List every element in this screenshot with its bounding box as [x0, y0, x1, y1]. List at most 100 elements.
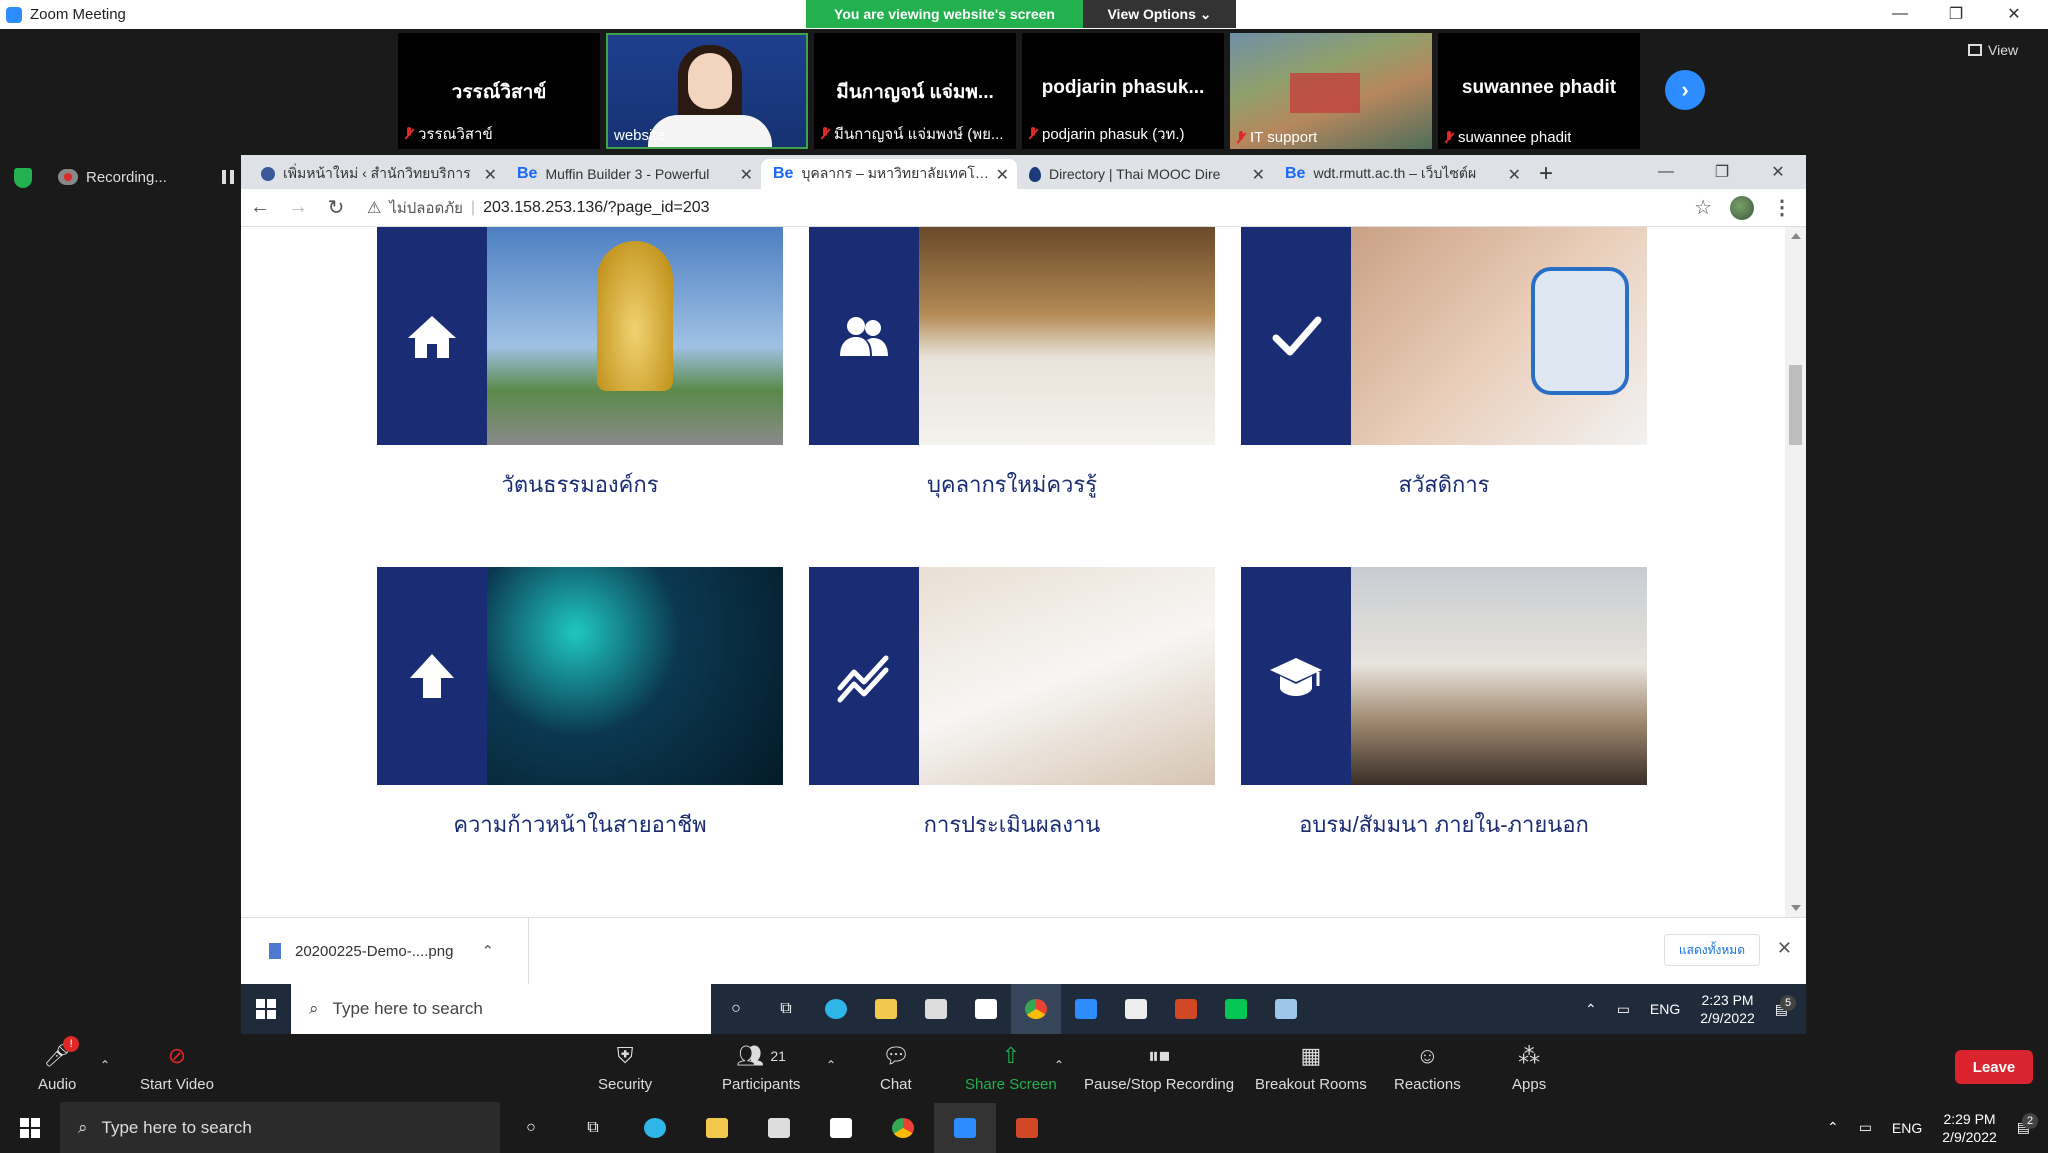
profile-avatar[interactable]	[1730, 195, 1754, 220]
photos-icon[interactable]	[1111, 984, 1161, 1034]
page-scrollbar[interactable]	[1785, 227, 1806, 917]
zoom-icon[interactable]	[1061, 984, 1111, 1034]
security-button[interactable]: ⛨ Security	[598, 1042, 652, 1093]
participant-tile[interactable]: suwannee phadit suwannee phadit	[1438, 33, 1640, 149]
card-culture[interactable]: วัตนธรรมองค์กร	[377, 227, 783, 497]
chevron-up-icon[interactable]: ⌃	[481, 942, 494, 960]
network-icon[interactable]: ▭	[1617, 1001, 1630, 1018]
chevron-up-icon[interactable]: ⌃	[1585, 1001, 1597, 1018]
participant-tile-image[interactable]: IT support	[1230, 33, 1432, 149]
mail-icon[interactable]	[810, 1103, 872, 1153]
participants-button[interactable]: 👥︎ 21 Participants	[722, 1042, 800, 1093]
new-tab-button[interactable]: +	[1529, 159, 1563, 189]
taskbar-search[interactable]: ⌕ Type here to search	[291, 984, 711, 1034]
pause-stop-recording-button[interactable]: ⏸︎⏹︎ Pause/Stop Recording	[1084, 1042, 1234, 1093]
start-button[interactable]	[241, 984, 291, 1034]
chrome-icon[interactable]	[872, 1103, 934, 1153]
card-photo	[919, 227, 1215, 445]
cortana-icon[interactable]: ○	[711, 984, 761, 1034]
browser-tab[interactable]: Be wdt.rmutt.ac.th – เว็บไซต์ผ ✕	[1273, 159, 1529, 189]
close-tab-icon[interactable]: ✕	[484, 165, 497, 185]
participant-tile[interactable]: วรรณ์วิสาข์ วรรณวิสาข์	[398, 33, 600, 149]
chevron-up-icon[interactable]: ⌃	[1827, 1119, 1839, 1136]
restore-icon[interactable]: ❐	[1932, 0, 1980, 28]
card-new-staff[interactable]: บุคลากรใหม่ควรรู้	[809, 227, 1215, 497]
edge-icon[interactable]	[624, 1103, 686, 1153]
address-bar[interactable]: ⚠ ไม่ปลอดภัย | 203.158.253.136/?page_id=…	[367, 196, 1694, 220]
notifications-icon[interactable]: ▤5	[1775, 994, 1796, 1018]
reactions-button[interactable]: ☺ Reactions	[1394, 1042, 1461, 1093]
close-icon[interactable]: ✕	[1777, 938, 1792, 959]
show-all-downloads-button[interactable]: แสดงทั้งหมด	[1663, 934, 1760, 966]
close-tab-icon[interactable]: ✕	[996, 165, 1009, 185]
close-tab-icon[interactable]: ✕	[1252, 165, 1265, 185]
back-icon[interactable]: ←	[241, 196, 279, 219]
browser-tab[interactable]: เพิ่มหน้าใหม่ ‹ สำนักวิทยบริการ ✕	[249, 159, 505, 189]
notifications-icon[interactable]: ▤ 2	[2017, 1113, 2038, 1136]
scrollbar-thumb[interactable]	[1789, 365, 1802, 445]
start-button[interactable]	[0, 1103, 60, 1153]
participant-tile-video[interactable]: website	[606, 33, 808, 149]
chrome-icon[interactable]	[1011, 984, 1061, 1034]
task-view-icon[interactable]: ⧉	[761, 984, 811, 1034]
line-icon[interactable]	[1211, 984, 1261, 1034]
view-options-button[interactable]: View Options ⌄	[1083, 0, 1236, 28]
powerpoint-icon[interactable]	[1161, 984, 1211, 1034]
network-icon[interactable]: ▭	[1859, 1119, 1872, 1136]
chat-button[interactable]: 💬︎ Chat	[880, 1042, 912, 1093]
share-options-caret[interactable]: ⌃	[1054, 1058, 1064, 1072]
menu-kebab-icon[interactable]: ⋮	[1772, 195, 1792, 220]
notes-icon[interactable]	[1261, 984, 1311, 1034]
close-icon[interactable]: ✕	[1990, 0, 2038, 28]
next-participants-button[interactable]: ›	[1665, 70, 1705, 110]
language-indicator[interactable]: ENG	[1892, 1120, 1922, 1136]
task-view-icon[interactable]: ⧉	[562, 1103, 624, 1153]
participants-options-caret[interactable]: ⌃	[826, 1058, 836, 1072]
notification-count: 2	[2022, 1113, 2038, 1129]
browser-tab-active[interactable]: Be บุคลากร – มหาวิทยาลัยเทคโนโล ✕	[761, 159, 1017, 189]
breakout-rooms-button[interactable]: ▦ Breakout Rooms	[1255, 1042, 1367, 1093]
file-explorer-icon[interactable]	[861, 984, 911, 1034]
restore-icon[interactable]: ❐	[1694, 155, 1750, 189]
taskbar-clock[interactable]: 2:23 PM 2/9/2022	[1700, 991, 1755, 1027]
forward-icon[interactable]: →	[279, 196, 317, 219]
store-icon[interactable]	[748, 1103, 810, 1153]
taskbar-clock[interactable]: 2:29 PM 2/9/2022	[1942, 1110, 1997, 1146]
mail-icon[interactable]	[961, 984, 1011, 1034]
close-tab-icon[interactable]: ✕	[1508, 165, 1521, 185]
share-screen-button[interactable]: ⇧ Share Screen	[965, 1042, 1057, 1093]
download-item[interactable]: 20200225-Demo-....png ⌃	[241, 918, 529, 984]
powerpoint-icon[interactable]	[996, 1103, 1058, 1153]
browser-tab[interactable]: Be Muffin Builder 3 - Powerful ✕	[505, 159, 761, 189]
minimize-icon[interactable]: —	[1876, 0, 1924, 28]
pause-recording-icon[interactable]	[222, 170, 234, 184]
close-tab-icon[interactable]: ✕	[740, 165, 753, 185]
zoom-icon[interactable]	[934, 1102, 996, 1153]
card-training[interactable]: อบรม/สัมมนา ภายใน-ภายนอก	[1241, 567, 1647, 837]
minimize-icon[interactable]: —	[1638, 155, 1694, 189]
participant-tile[interactable]: มีนกาญจน์ แจ่มพ... มีนกาญจน์ แจ่มพงษ์ (พ…	[814, 33, 1016, 149]
store-icon[interactable]	[911, 984, 961, 1034]
card-evaluation[interactable]: การประเมินผลงาน	[809, 567, 1215, 837]
cortana-icon[interactable]: ○	[500, 1103, 562, 1153]
scroll-up-icon[interactable]	[1791, 233, 1801, 239]
card-photo	[919, 567, 1215, 785]
apps-button[interactable]: ⁂ Apps	[1512, 1042, 1546, 1093]
view-button[interactable]: View	[1968, 42, 2018, 58]
card-welfare[interactable]: สวัสดิการ	[1241, 227, 1647, 497]
close-icon[interactable]: ✕	[1750, 155, 1806, 189]
card-career[interactable]: ความก้าวหน้าในสายอาชีพ	[377, 567, 783, 837]
audio-options-caret[interactable]: ⌃	[100, 1058, 110, 1072]
audio-button[interactable]: 🎤︎! Audio	[38, 1036, 80, 1093]
participant-tile[interactable]: podjarin phasuk... podjarin phasuk (วท.)	[1022, 33, 1224, 149]
file-explorer-icon[interactable]	[686, 1103, 748, 1153]
language-indicator[interactable]: ENG	[1650, 1001, 1680, 1017]
browser-tab[interactable]: Directory | Thai MOOC Dire ✕	[1017, 159, 1273, 189]
taskbar-search[interactable]: ⌕ Type here to search	[60, 1102, 500, 1153]
reload-icon[interactable]: ↻	[317, 195, 355, 220]
leave-button[interactable]: Leave	[1955, 1050, 2033, 1084]
scroll-down-icon[interactable]	[1791, 905, 1801, 911]
start-video-button[interactable]: ⊘ Start Video	[140, 1042, 214, 1093]
edge-icon[interactable]	[811, 984, 861, 1034]
bookmark-star-icon[interactable]: ☆	[1694, 195, 1712, 220]
